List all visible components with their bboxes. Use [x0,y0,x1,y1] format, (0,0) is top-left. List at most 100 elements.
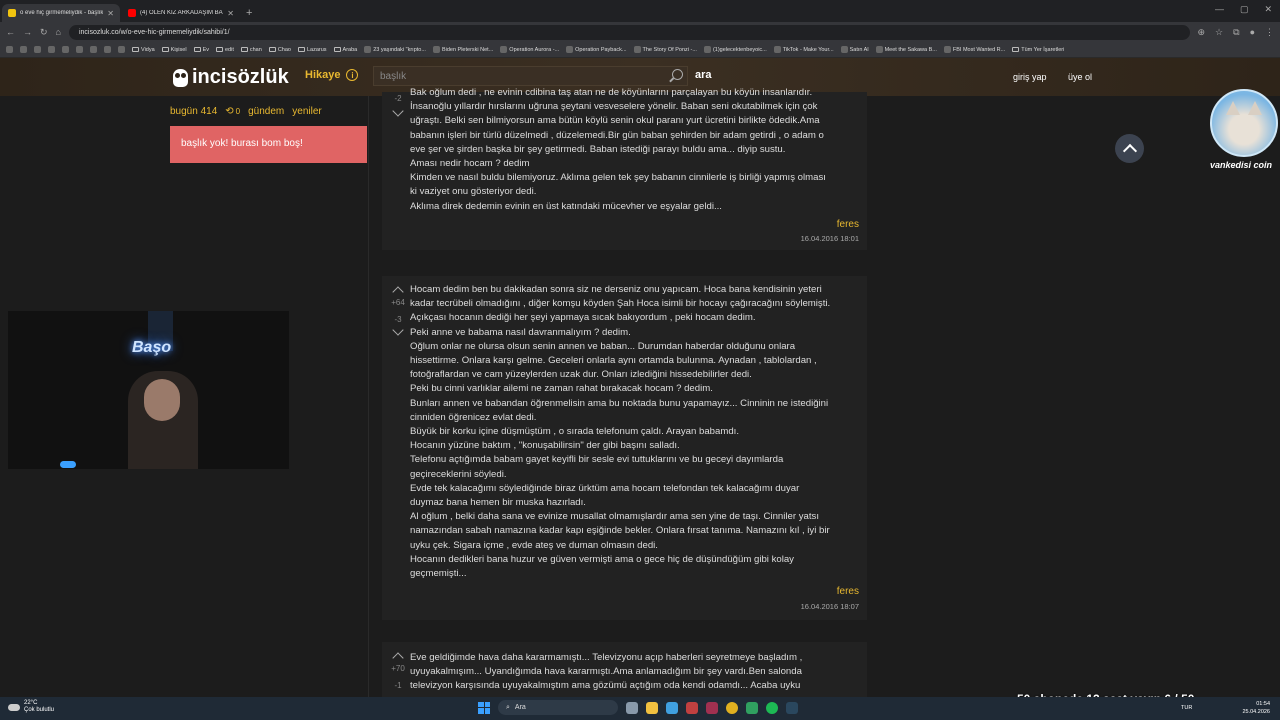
app-icon[interactable] [706,701,718,714]
close-tab-icon[interactable]: ✕ [227,9,234,18]
bookmark-item[interactable]: Araba [333,47,357,53]
folder-icon [193,47,201,52]
app-icon[interactable] [746,701,758,714]
taskbar-search[interactable]: ⌕ Ara [498,700,618,715]
search-icon[interactable] [672,69,683,80]
home-icon[interactable]: ⌂ [56,27,61,37]
twitch-icon[interactable] [76,46,83,53]
bookmark-item[interactable]: Chao [268,47,291,53]
forward-icon[interactable]: → [23,27,32,37]
store-icon[interactable] [666,701,678,714]
site-logo[interactable]: incisözlük [173,66,289,89]
bookmark-label: FBI Most Wanted R... [952,46,1006,53]
new-tab-icon[interactable]: + [240,7,258,22]
search-input[interactable]: başlık [373,66,688,86]
entry-date[interactable]: 16.04.2016 18:01 [801,234,859,243]
youtube-icon[interactable] [20,46,27,53]
bookmark-star-icon[interactable]: ☆ [1215,27,1223,38]
task-view-icon[interactable] [626,701,638,714]
vote-column: +70 -1 [387,650,409,690]
folder-icon [216,47,223,52]
bookmark-item[interactable]: Satın Al [840,46,869,53]
bookmark-favicon-icon [500,46,508,53]
downvote-count: -1 [394,681,402,690]
bookmark-item[interactable]: Vidya [132,47,155,53]
entry-line: İnsanoğlu yıllardır hırslarını uğruna şe… [410,101,818,113]
spark-counter[interactable]: ⟲ 0 [225,106,240,117]
bookmark-label: chan [249,46,262,53]
today-link[interactable]: bugün 414 [170,106,217,117]
bookmark-item[interactable]: Tüm Yer İşaretleri [1012,47,1064,53]
hikaye-link[interactable]: Hikaye i [305,69,359,81]
bookmark-item[interactable]: Operation Aurora -... [500,46,559,53]
chrome-icon[interactable] [726,701,738,714]
yeniler-link[interactable]: yeniler [292,106,321,117]
bookmark-item[interactable]: Lazarus [297,47,327,53]
bookmark-item[interactable]: Ev [193,47,209,53]
tab-incisozluk[interactable]: o eve hiç girmemeliydik - başlık ✕ [2,4,120,22]
register-link[interactable]: üye ol [1068,72,1092,82]
entry-author[interactable]: feres [837,219,859,230]
steam-icon[interactable] [786,701,798,714]
file-explorer-icon[interactable] [646,701,658,714]
bookmark-label: Kişisel [170,46,187,53]
entry-text: Hocam dedim ben bu dakikadan sonra siz n… [410,283,860,581]
entry-author[interactable]: feres [837,586,859,597]
menu-icon[interactable]: ⋮ [1265,27,1274,38]
bookmark-item[interactable]: Biden Pleterski Net... [432,46,494,53]
bookmark-label: Biden Pleterski Net... [441,46,494,53]
upvote-icon[interactable] [392,286,404,298]
bookmark-item[interactable]: Operation Payback... [566,46,627,53]
info-icon[interactable]: i [346,69,359,81]
entry-line: Kimden ve nasıl buldu bilemiyoruz. Aklım… [410,172,826,184]
close-tab-icon[interactable]: ✕ [107,9,114,18]
bookmark-item[interactable]: (1)gelecektenbeyoic... [703,46,767,53]
login-link[interactable]: giriş yap [1013,72,1047,82]
upvote-icon[interactable] [392,652,404,664]
url-field[interactable]: incisozluk.co/w/o-eve-hic-girmemeliydik/… [68,24,1190,40]
instagram-icon[interactable] [34,46,41,53]
bookmark-item[interactable]: Kişisel [161,46,187,53]
reload-icon[interactable]: ↻ [40,27,48,38]
scroll-to-top-button[interactable] [1115,134,1144,163]
close-window-icon[interactable]: ✕ [1264,4,1272,15]
bookmark-item[interactable]: Meet the Sakawa B... [875,46,937,53]
bookmark-favicon-icon [432,46,440,53]
search-button[interactable]: ara [695,69,712,81]
zoom-icon[interactable]: ⊕ [1198,27,1206,38]
mail-icon[interactable] [90,46,97,53]
windows-start-icon[interactable] [478,701,490,714]
weather-widget[interactable]: 22°C Çok bulutlu [8,700,54,714]
bookmark-label: Satın Al [849,46,869,53]
x-icon[interactable] [62,46,69,53]
gundem-link[interactable]: gündem [248,106,284,117]
entry-date[interactable]: 16.04.2016 18:07 [801,602,859,611]
bookmark-item[interactable]: edit [216,47,234,53]
bookmark-item[interactable]: TikTok - Make Your... [773,46,834,53]
cat-avatar-name: vankedisi coin [1210,160,1273,170]
folder-icon [333,47,341,52]
clock[interactable]: 01:54 25.04.2026 [1242,700,1270,716]
entry-line: hissettirme. Onlara karşı gelme. Geceler… [410,355,817,367]
bookmark-item[interactable]: FBI Most Wanted R... [943,46,1006,53]
facebook-icon[interactable] [6,46,13,53]
bookmark-item[interactable]: chan [240,46,262,53]
app-icon[interactable] [104,46,111,53]
bookmark-favicon-icon [703,46,711,53]
minimize-icon[interactable]: — [1215,4,1224,15]
bookmark-icon[interactable] [48,46,55,53]
profile-icon[interactable]: ● [1250,27,1255,38]
downvote-icon[interactable] [392,324,404,336]
app-icon[interactable] [686,701,698,714]
tab-youtube[interactable]: (4) ÖLEN KIZ ARKADAŞIM BANA ✕ [122,4,240,22]
maximize-icon[interactable]: ▢ [1240,4,1249,15]
pinterest-icon[interactable] [118,46,125,53]
folder-icon [161,47,169,52]
bookmark-item[interactable]: 23 yaşındaki "krıpto... [364,46,426,53]
language-indicator[interactable]: TUR [1181,705,1192,711]
extensions-icon[interactable]: ⧉ [1233,27,1239,38]
bookmark-item[interactable]: The Story Of Ponzi -... [633,46,697,53]
downvote-icon[interactable] [392,105,404,117]
spotify-icon[interactable] [766,701,778,714]
back-icon[interactable]: ← [6,27,15,37]
